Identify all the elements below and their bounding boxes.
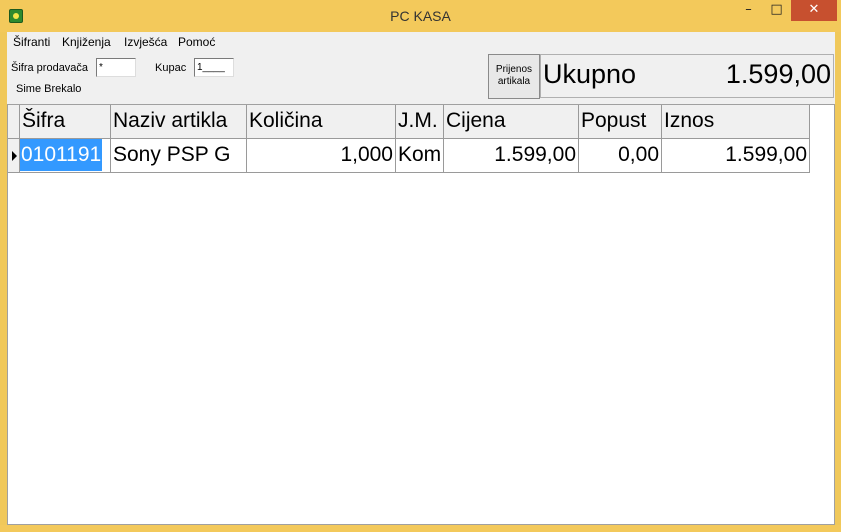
column-header-jm[interactable]: J.M. [396,105,444,139]
column-header-kolicina[interactable]: Količina [247,105,396,139]
seller-code-input[interactable] [96,58,136,77]
column-header-iznos[interactable]: Iznos [662,105,810,139]
cell-sifra[interactable]: 0101191 [20,139,111,173]
total-label: Ukupno [543,59,637,89]
window-title: PC KASA [390,8,451,24]
cell-kolicina[interactable]: 1,000 [247,139,396,173]
row-header-corner [8,105,20,139]
menu-knjizenja[interactable]: Knjiženja [62,35,111,49]
seller-name: Sime Brekalo [16,83,82,95]
cell-naziv[interactable]: Sony PSP G [111,139,247,173]
maximize-button[interactable]: □ [763,0,790,21]
cell-cijena[interactable]: 1.599,00 [444,139,579,173]
close-button[interactable]: ✕ [791,0,837,21]
column-header-cijena[interactable]: Cijena [444,105,579,139]
seller-code-label: Šifra prodavača [11,62,89,74]
current-row-arrow-icon [12,151,17,161]
minimize-button[interactable]: – [735,0,762,21]
window-frame-bottom [0,525,841,532]
items-grid[interactable]: Šifra Naziv artikla Količina J.M. Cijena… [7,104,835,525]
buyer-input[interactable] [194,58,234,77]
total-value: 1.599,00 [725,59,831,89]
menu-pomoc[interactable]: Pomoć [178,35,215,49]
transfer-items-button[interactable]: Prijenos artikala [488,54,540,99]
total-panel: Ukupno 1.599,00 [540,54,834,98]
client-area: Šifranti Knjiženja Izvješća Pomoć Šifra … [7,32,835,525]
column-header-sifra[interactable]: Šifra [20,105,111,139]
app-window: PC KASA – □ ✕ Šifranti Knjiženja Izvješć… [0,0,841,532]
column-header-naziv[interactable]: Naziv artikla [111,105,247,139]
menu-izvjesca[interactable]: Izvješća [124,35,167,49]
selected-text: 0101191 [20,139,103,171]
buyer-label: Kupac [155,62,187,74]
cell-iznos[interactable]: 1.599,00 [662,139,810,173]
cell-jm[interactable]: Kom [396,139,444,173]
row-indicator[interactable] [8,139,20,173]
menu-sifranti[interactable]: Šifranti [13,35,50,49]
cell-popust[interactable]: 0,00 [579,139,662,173]
column-header-popust[interactable]: Popust [579,105,662,139]
menu-bar: Šifranti Knjiženja Izvješća Pomoć [7,32,835,52]
title-bar[interactable]: PC KASA – □ ✕ [0,0,841,32]
toolbar: Šifra prodavača Kupac Sime Brekalo Prije… [7,52,835,104]
